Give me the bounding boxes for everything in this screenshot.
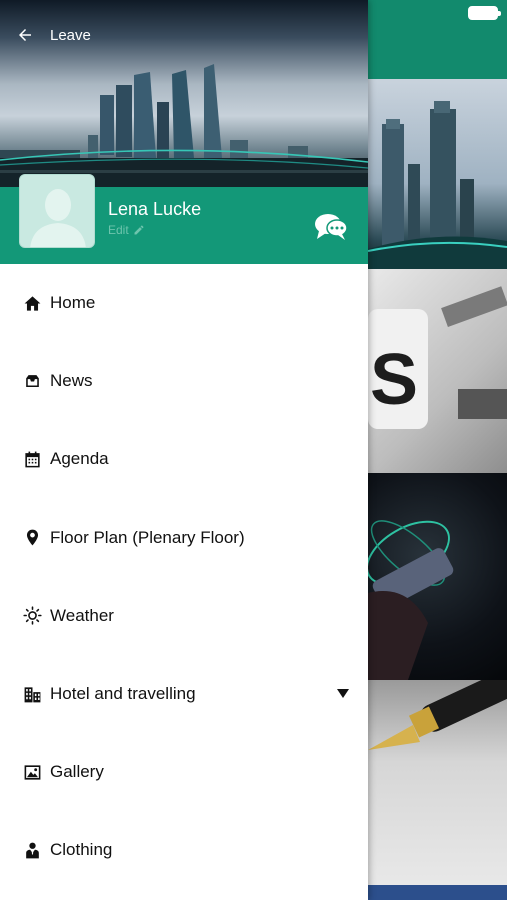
- header-image: Leave: [0, 0, 368, 187]
- arrow-left-icon: [19, 29, 31, 41]
- menu-item-label: Floor Plan (Plenary Floor): [50, 527, 245, 547]
- menu-item-floor-plan[interactable]: Floor Plan (Plenary Floor): [0, 499, 368, 577]
- image-icon: [22, 762, 42, 782]
- profile-name: Lena Lucke: [108, 199, 202, 219]
- background-bottom-bar: [368, 885, 507, 900]
- menu-item-label: Gallery: [50, 762, 104, 782]
- menu-item-weather[interactable]: Weather: [0, 577, 368, 655]
- news-tile-city[interactable]: [368, 79, 507, 269]
- battery-icon: [468, 6, 501, 20]
- chat-bubbles-icon: [315, 214, 348, 240]
- menu-item-label: Hotel and travelling: [50, 684, 196, 704]
- menu-item-label: Clothing: [50, 840, 113, 860]
- svg-text:S: S: [370, 340, 418, 420]
- map-pin-icon: [22, 528, 42, 548]
- person-placeholder-icon: [30, 189, 86, 247]
- menu-item-hotel-travelling[interactable]: Hotel and travelling: [0, 655, 368, 733]
- avatar[interactable]: [19, 174, 95, 248]
- menu-item-news[interactable]: News: [0, 342, 368, 420]
- chat-button[interactable]: [314, 212, 348, 242]
- news-tile-phone[interactable]: [368, 473, 507, 680]
- pencil-icon: [134, 225, 144, 235]
- sun-icon: [22, 606, 42, 626]
- calendar-icon: [22, 449, 42, 469]
- edit-profile-button[interactable]: Edit: [108, 223, 145, 237]
- background-content: S: [368, 0, 507, 900]
- navigation-drawer: Leave Lena Lucke Edit Home News Agenda F…: [0, 0, 368, 900]
- building-icon: [22, 684, 42, 704]
- inbox-icon: [22, 371, 42, 391]
- menu-item-clothing[interactable]: Clothing: [0, 811, 368, 889]
- leave-label: Leave: [50, 26, 91, 44]
- menu-item-label: Weather: [50, 605, 114, 625]
- edit-label: Edit: [108, 223, 129, 237]
- chevron-down-icon[interactable]: [337, 689, 349, 699]
- menu-item-agenda[interactable]: Agenda: [0, 420, 368, 498]
- news-tile-letters[interactable]: S: [368, 269, 507, 473]
- drawer-menu: Home News Agenda Floor Plan (Plenary Flo…: [0, 264, 368, 890]
- background-topbar: [368, 0, 507, 79]
- menu-item-label: News: [50, 371, 93, 391]
- menu-item-label: Home: [50, 293, 96, 313]
- menu-item-gallery[interactable]: Gallery: [0, 733, 368, 811]
- news-tile-pen[interactable]: [368, 680, 507, 885]
- menu-item-home[interactable]: Home: [0, 264, 368, 342]
- person-suit-icon: [22, 840, 42, 860]
- leave-button[interactable]: Leave: [16, 26, 91, 44]
- home-icon: [22, 293, 42, 313]
- menu-item-label: Agenda: [50, 449, 109, 469]
